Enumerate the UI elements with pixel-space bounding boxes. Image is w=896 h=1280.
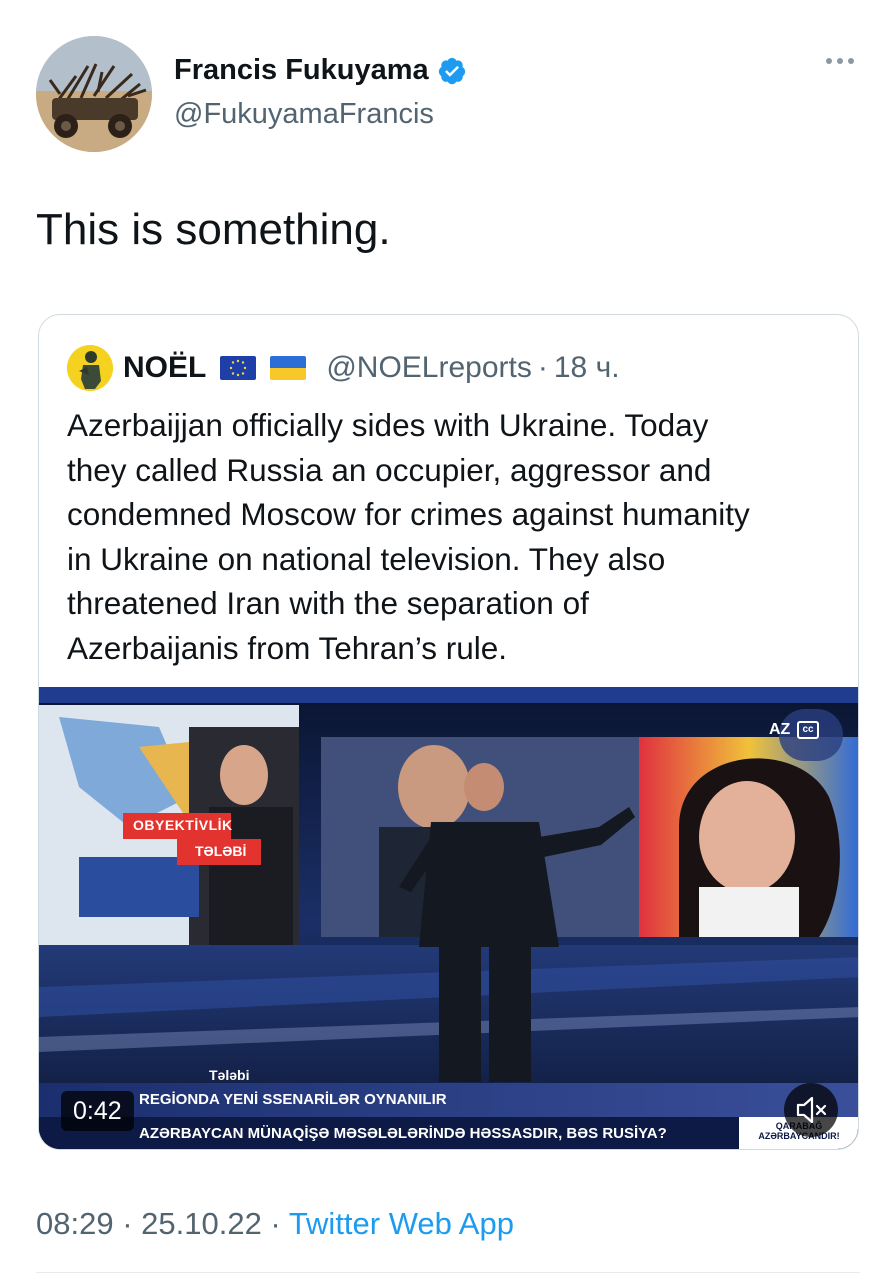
tweet-footer: 08:29 · 25.10.22 · Twitter Web App — [36, 1206, 514, 1242]
video-lower-third-line1: REGİONDA YENİ SSENARİLƏR OYNANILIR — [139, 1091, 447, 1108]
tweet-source-link[interactable]: Twitter Web App — [289, 1206, 514, 1241]
mute-button[interactable] — [784, 1083, 838, 1137]
video-tag-partial: Tələbi — [209, 1067, 250, 1083]
more-options-icon[interactable] — [826, 58, 854, 64]
tweet-text: This is something. — [36, 205, 391, 254]
author-handle[interactable]: @FukuyamaFrancis — [174, 98, 434, 131]
tweet-time[interactable]: 08:29 — [36, 1206, 114, 1241]
quoted-tweet-text: Azerbaijjan officially sides with Ukrain… — [67, 403, 837, 670]
quoted-tweet-time[interactable]: 18 ч. — [554, 351, 620, 385]
quoted-tweet-header: NOËL @NOELreports · 18 ч. — [67, 345, 620, 391]
video-frame — [39, 687, 858, 1149]
quoted-text-line: in Ukraine on national television. They … — [67, 540, 666, 577]
quoted-author-handle[interactable]: @NOELreports — [326, 351, 532, 385]
ukraine-flag-icon — [270, 356, 307, 380]
speaker-muted-icon — [796, 1096, 827, 1124]
video-player[interactable]: OBYEKTİVLİK TƏLƏBİ AZ cc Tələbi REGİONDA… — [39, 687, 858, 1149]
quoted-text-line: they called Russia an occupier, aggresso… — [67, 451, 712, 488]
avatar-image — [36, 36, 152, 152]
footer-separator: · — [113, 1206, 142, 1241]
video-channel-badge: AZ — [769, 721, 791, 738]
video-tag-top: OBYEKTİVLİK — [133, 817, 233, 833]
verified-badge-icon — [438, 57, 465, 84]
tweet-date[interactable]: 25.10.22 — [141, 1206, 262, 1241]
tweet-header: Francis Fukuyama @FukuyamaFrancis — [36, 36, 860, 152]
quoted-text-line: condemned Moscow for crimes against huma… — [67, 496, 750, 532]
author-name[interactable]: Francis Fukuyama — [174, 54, 429, 87]
quoted-author-name[interactable]: NOËL — [123, 351, 206, 385]
author-avatar[interactable] — [36, 36, 152, 152]
quoted-text-line: threatened Iran with the separation of — [67, 585, 589, 621]
video-tag-bottom: TƏLƏBİ — [195, 843, 247, 859]
quoted-separator: · — [537, 351, 548, 384]
divider — [36, 1272, 860, 1273]
author-name-row[interactable]: Francis Fukuyama — [174, 54, 467, 87]
eu-flag-icon — [220, 356, 257, 380]
cc-icon[interactable]: cc — [797, 721, 819, 739]
video-duration: 0:42 — [61, 1091, 134, 1131]
video-lower-third-line2: AZƏRBAYCAN MÜNAQİŞƏ MƏSƏLƏLƏRİNDƏ HƏSSAS… — [139, 1125, 667, 1142]
quoted-tweet[interactable]: NOËL @NOELreports · 18 ч. Azerbaijjan of… — [38, 314, 859, 1150]
quoted-author-avatar[interactable] — [67, 345, 113, 391]
quoted-text-line: Azerbaijjan officially sides with Ukrain… — [67, 407, 709, 443]
soldier-avatar-icon — [67, 345, 113, 391]
footer-separator: · — [261, 1206, 289, 1241]
quoted-text-line: Azerbaijanis from Tehran’s rule. — [67, 629, 508, 666]
